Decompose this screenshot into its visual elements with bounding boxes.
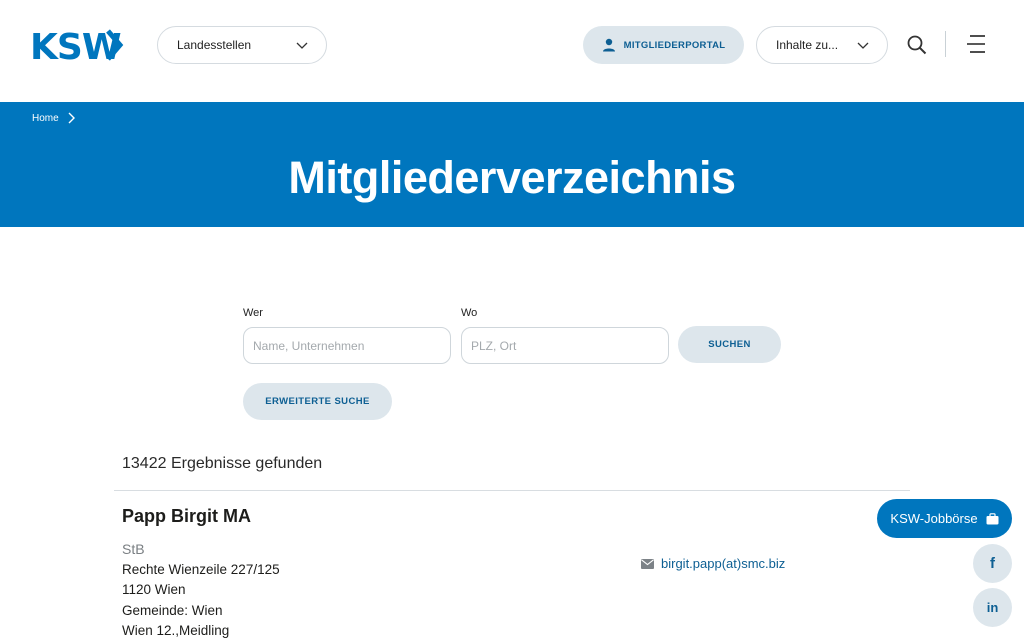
member-email: birgit.papp(at)smc.biz <box>661 556 786 571</box>
hamburger-menu-icon[interactable] <box>966 34 986 54</box>
results-count: 13422 Ergebnisse gefunden <box>122 455 323 472</box>
inhalte-dropdown[interactable]: Inhalte zu... <box>756 26 888 64</box>
ksw-logo[interactable]: KSW <box>30 26 124 64</box>
linkedin-icon: in <box>986 600 999 615</box>
envelope-icon <box>641 558 654 569</box>
wo-input[interactable] <box>461 327 669 364</box>
member-email-link[interactable]: birgit.papp(at)smc.biz <box>641 556 785 571</box>
search-submit-button[interactable]: SUCHEN <box>678 326 781 363</box>
wer-input[interactable] <box>243 327 451 364</box>
search-icon[interactable] <box>906 34 928 56</box>
member-title: StB <box>122 541 145 557</box>
results-divider <box>114 490 910 491</box>
landesstellen-label: Landesstellen <box>177 38 252 52</box>
advanced-search-button[interactable]: ERWEITERTE SUCHE <box>243 383 392 420</box>
member-gemeinde: Gemeinde: Wien <box>122 603 223 618</box>
mitgliederportal-button[interactable]: MITGLIEDERPORTAL <box>583 26 744 64</box>
inhalte-label: Inhalte zu... <box>776 38 839 52</box>
chevron-right-icon <box>68 112 75 124</box>
member-city: 1120 Wien <box>122 582 186 597</box>
jobboerse-label: KSW-Jobbörse <box>890 511 978 526</box>
site-header: KSW Landesstellen MITGLIEDERPORTAL Inhal… <box>0 0 1024 102</box>
member-district: Wien 12.,Meidling <box>122 623 230 638</box>
facebook-button[interactable]: f <box>973 544 1012 583</box>
briefcase-icon <box>986 512 999 524</box>
linkedin-button[interactable]: in <box>973 588 1012 627</box>
chevron-down-icon <box>857 42 869 49</box>
breadcrumb-home-link[interactable]: Home <box>32 113 59 124</box>
hero-banner: Home Mitgliederverzeichnis <box>0 102 1024 227</box>
wo-label: Wo <box>461 307 478 319</box>
header-divider <box>945 31 946 57</box>
mitgliederportal-label: MITGLIEDERPORTAL <box>623 39 726 51</box>
user-icon <box>602 38 615 52</box>
breadcrumb: Home <box>32 112 75 124</box>
wer-label: Wer <box>243 307 263 319</box>
jobboerse-button[interactable]: KSW-Jobbörse <box>877 499 1012 538</box>
member-name: Papp Birgit MA <box>122 506 251 526</box>
chevron-down-icon <box>296 42 308 49</box>
landesstellen-dropdown[interactable]: Landesstellen <box>157 26 327 64</box>
member-street: Rechte Wienzeile 227/125 <box>122 562 280 577</box>
page-title: Mitgliederverzeichnis <box>288 152 736 203</box>
facebook-icon: f <box>990 555 995 572</box>
